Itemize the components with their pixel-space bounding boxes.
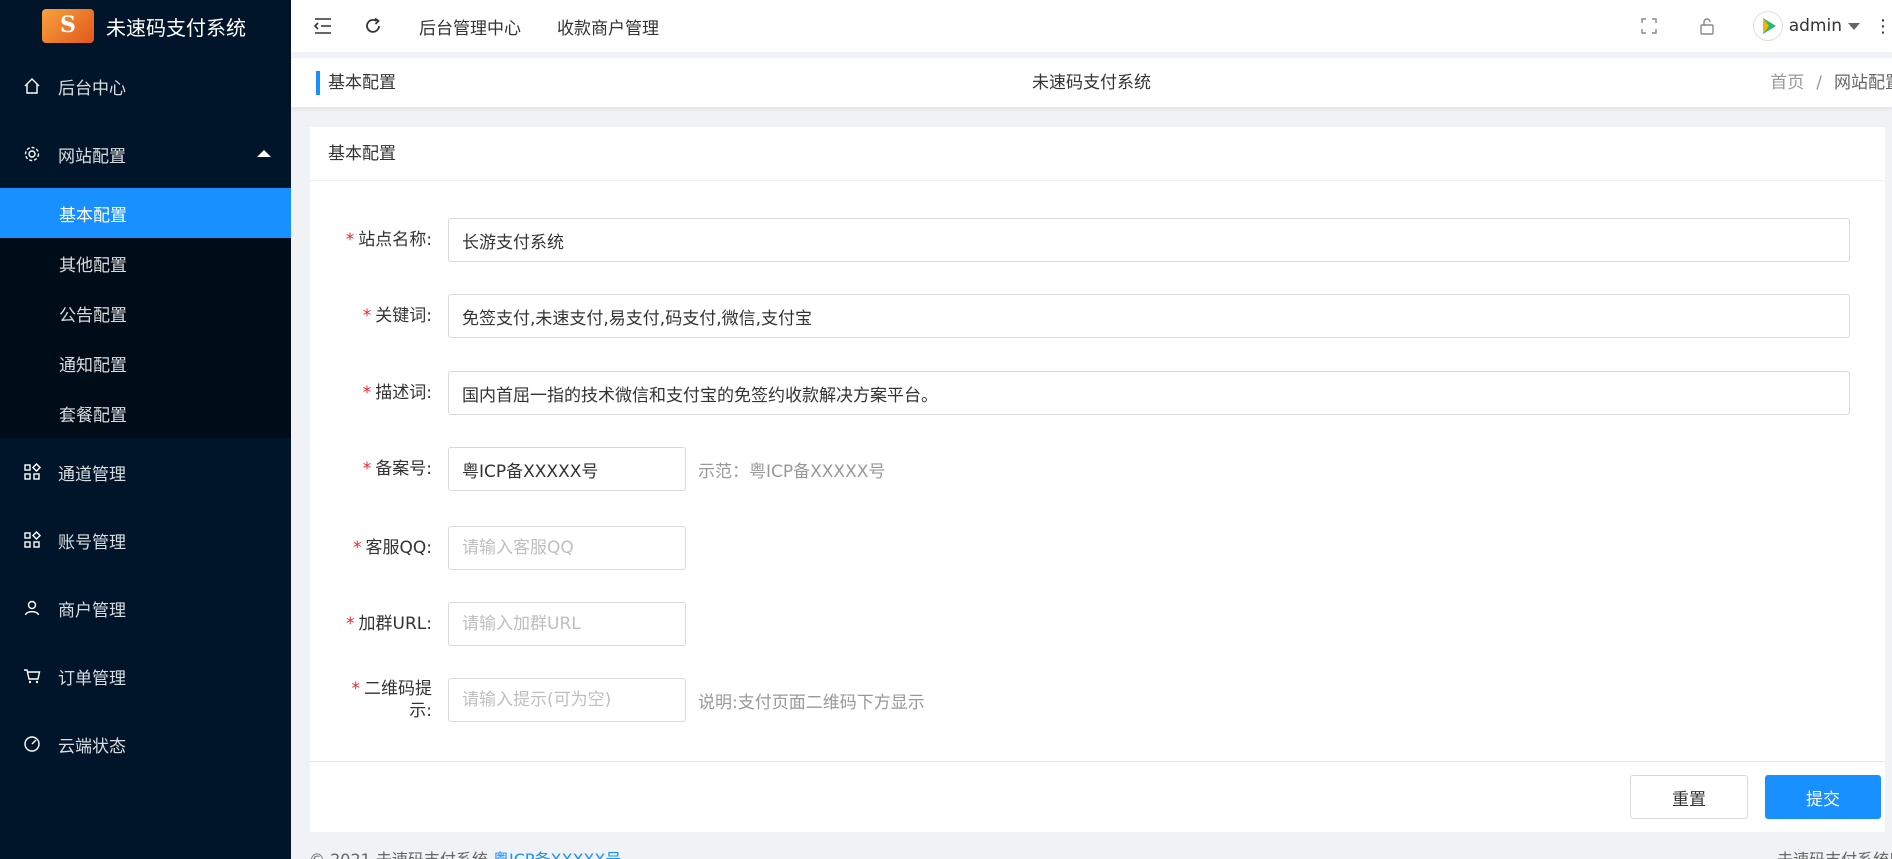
apps-icon <box>22 530 42 550</box>
apps-icon <box>22 462 42 482</box>
sidebar-item-label: 账号管理 <box>58 532 126 553</box>
copyright: © 2021 未速码支付系统 <box>309 850 488 859</box>
sidebar-menu: 后台中心 网站配置 基本配置 其他配置 公告配置 通知配置 套餐配置 通道管理 <box>0 52 291 778</box>
sidebar-item-channels[interactable]: 通道管理 <box>0 438 291 506</box>
field-label: * 描述词: <box>362 383 432 403</box>
header-actions: admin ⋮ <box>1637 0 1892 52</box>
keywords-input[interactable] <box>448 294 1850 338</box>
home-icon <box>22 76 42 96</box>
sidebar-item-label: 网站配置 <box>58 146 126 167</box>
config-card: 基本配置 *站点名称: *关键词: *描述词: *备案号: 示范：粤ICP备XX… <box>310 127 1885 832</box>
submenu-site-config: 基本配置 其他配置 公告配置 通知配置 套餐配置 <box>0 188 291 438</box>
form-actions: 重置 提交 <box>310 761 1885 832</box>
sidebar-item-label: 云端状态 <box>58 736 126 757</box>
cart-icon <box>22 666 42 686</box>
field-label: * 二维码提示: <box>351 679 433 721</box>
form-row-keywords: * 关键词: <box>310 294 1885 338</box>
form-row-description: * 描述词: <box>310 371 1885 415</box>
icp-input[interactable] <box>448 447 686 491</box>
more-vertical-icon[interactable]: ⋮ <box>1874 16 1892 37</box>
dashboard-icon <box>22 734 42 754</box>
group-url-input[interactable] <box>448 602 686 646</box>
sidebar-item-orders[interactable]: 订单管理 <box>0 642 291 710</box>
logo-icon <box>42 9 94 43</box>
brand-logo[interactable]: 未速码支付系统 <box>0 0 291 52</box>
submenu-item-package-config[interactable]: 套餐配置 <box>0 388 291 438</box>
form-row-service-qq: * 客服QQ: <box>310 526 1885 570</box>
qr-tip-hint: 说明:支付页面二维码下方显示 <box>698 692 925 713</box>
submit-button[interactable]: 提交 <box>1765 775 1881 819</box>
submenu-item-notice-config[interactable]: 公告配置 <box>0 288 291 338</box>
sidebar-item-label: 后台中心 <box>58 78 126 99</box>
page-footer: © 2021 未速码支付系统 粤ICP备XXXXX号 未速码支付系统|版本2.0 <box>291 844 1892 859</box>
submenu-item-notify-config[interactable]: 通知配置 <box>0 338 291 388</box>
service-qq-input[interactable] <box>448 526 686 570</box>
field-label: * 备案号: <box>362 459 432 479</box>
submenu-item-basic-config[interactable]: 基本配置 <box>0 188 291 238</box>
caret-down-icon[interactable] <box>1848 22 1860 30</box>
sidebar-item-merchants[interactable]: 商户管理 <box>0 574 291 642</box>
brand-name: 未速码支付系统 <box>106 15 246 40</box>
form-row-icp: *备案号: 示范：粤ICP备XXXXX号 <box>310 447 1885 491</box>
sidebar-item-accounts[interactable]: 账号管理 <box>0 506 291 574</box>
icp-hint: 示范：粤ICP备XXXXX号 <box>698 461 886 482</box>
field-label: * 关键词: <box>362 306 432 326</box>
nav-merchant-manage[interactable]: 收款商户管理 <box>557 14 659 39</box>
page-subtitle: 未速码支付系统 <box>1032 73 1151 93</box>
fullscreen-icon[interactable] <box>1637 14 1661 38</box>
sidebar-item-site-config[interactable]: 网站配置 <box>0 120 291 188</box>
version-text: 未速码支付系统|版本2.0 <box>1777 846 1892 859</box>
sidebar-item-label: 商户管理 <box>58 600 126 621</box>
username[interactable]: admin <box>1789 16 1842 36</box>
top-header: 后台管理中心 收款商户管理 admin ⋮ <box>291 0 1892 52</box>
sidebar: 未速码支付系统 后台中心 网站配置 基本配置 其他配置 公告配置 通知配置 套餐… <box>0 0 291 859</box>
footer-left: © 2021 未速码支付系统 粤ICP备XXXXX号 <box>309 846 621 859</box>
form-row-group-url: * 加群URL: <box>310 602 1885 646</box>
gear-icon <box>22 144 42 164</box>
chevron-up-icon <box>257 150 271 157</box>
page-header: 基本配置 未速码支付系统 首页/网站配置 <box>291 58 1892 108</box>
field-label: * 客服QQ: <box>353 538 432 558</box>
user-icon <box>22 598 42 618</box>
breadcrumb-current: 网站配置 <box>1834 73 1892 93</box>
breadcrumb-home[interactable]: 首页 <box>1770 73 1804 93</box>
sidebar-item-label: 通道管理 <box>58 464 126 485</box>
sidebar-item-cloud-status[interactable]: 云端状态 <box>0 710 291 778</box>
qr-tip-input[interactable] <box>448 678 686 722</box>
submenu-item-other-config[interactable]: 其他配置 <box>0 238 291 288</box>
nav-admin-center[interactable]: 后台管理中心 <box>419 14 521 39</box>
site-name-input[interactable] <box>448 218 1850 262</box>
sidebar-item-label: 订单管理 <box>58 668 126 689</box>
avatar[interactable] <box>1752 11 1783 41</box>
field-label: * 站点名称: <box>345 230 432 250</box>
card-title: 基本配置 <box>310 127 1885 181</box>
lock-icon[interactable] <box>1695 14 1719 38</box>
refresh-icon[interactable] <box>361 14 385 38</box>
breadcrumb: 首页/网站配置 <box>1770 71 1892 95</box>
form-row-site-name: * 站点名称: <box>310 218 1885 262</box>
form-row-qr-tip: *二维码提示: 说明:支付页面二维码下方显示 <box>310 678 1885 722</box>
reset-button[interactable]: 重置 <box>1630 775 1748 819</box>
field-label: * 加群URL: <box>346 614 432 634</box>
menu-fold-icon[interactable] <box>311 14 335 38</box>
sidebar-item-home[interactable]: 后台中心 <box>0 52 291 120</box>
icp-link[interactable]: 粤ICP备XXXXX号 <box>493 850 621 859</box>
description-input[interactable] <box>448 371 1850 415</box>
